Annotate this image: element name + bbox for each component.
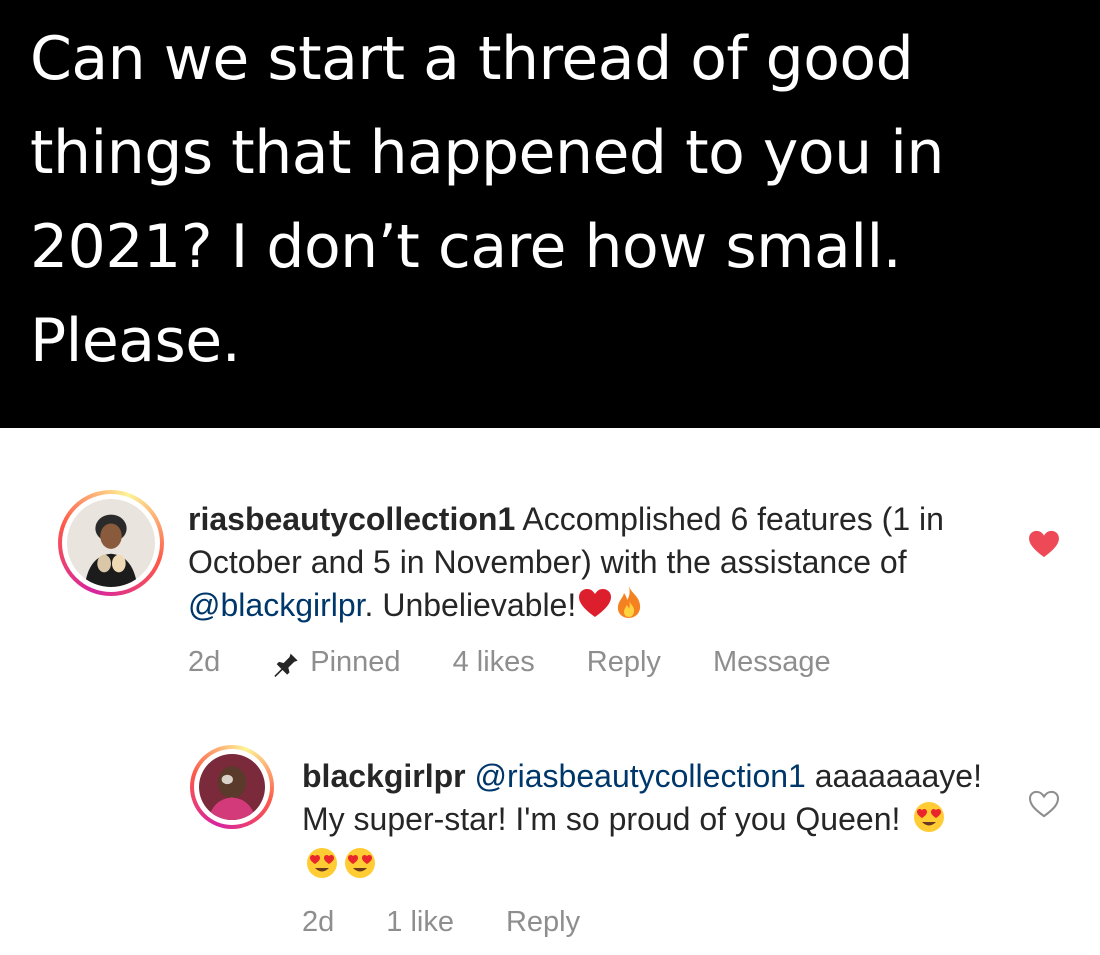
comment-text: blackgirlpr @riasbeautycollection1 aaaaa… — [302, 755, 982, 890]
avatar-photo — [67, 499, 155, 587]
comment-username[interactable]: riasbeautycollection1 — [188, 501, 515, 537]
comment-text: riasbeautycollection1 Accomplished 6 fea… — [188, 498, 988, 630]
pinned-indicator: Pinned — [272, 646, 401, 679]
reply-button[interactable]: Reply — [587, 646, 661, 679]
heart-eyes-emoji — [342, 845, 378, 890]
pin-icon — [274, 650, 298, 677]
pinned-label: Pinned — [310, 646, 401, 679]
comment-text-part: . Unbelievable! — [364, 587, 577, 623]
comment-meta: 2d 1 like Reply — [302, 906, 982, 939]
comment-body: riasbeautycollection1 Accomplished 6 fea… — [188, 498, 988, 679]
heart-eyes-emoji — [304, 845, 340, 890]
heart-eyes-emoji — [911, 799, 947, 844]
avatar[interactable] — [190, 745, 274, 829]
avatar-photo — [199, 754, 265, 820]
red-heart-emoji — [578, 586, 612, 629]
comment-time: 2d — [188, 646, 221, 679]
message-button[interactable]: Message — [713, 646, 831, 679]
comment-username[interactable]: blackgirlpr — [302, 758, 466, 794]
heart-outline-icon[interactable] — [1028, 790, 1060, 823]
likes-count[interactable]: 4 likes — [453, 646, 535, 679]
tweet-text: Can we start a thread of good things tha… — [30, 24, 944, 376]
mention-link[interactable]: @blackgirlpr — [188, 587, 365, 623]
heart-icon[interactable] — [1028, 530, 1060, 563]
comment-body: blackgirlpr @riasbeautycollection1 aaaaa… — [302, 755, 982, 939]
mention-link[interactable]: @riasbeautycollection1 — [475, 758, 806, 794]
comment-time: 2d — [302, 906, 335, 939]
likes-count[interactable]: 1 like — [386, 906, 454, 939]
comment-meta: 2d Pinned 4 likes Reply Message — [188, 646, 988, 679]
avatar[interactable] — [58, 490, 164, 596]
reply-button[interactable]: Reply — [506, 906, 580, 939]
fire-emoji — [614, 585, 644, 630]
tweet-screenshot: Can we start a thread of good things tha… — [0, 0, 1100, 428]
